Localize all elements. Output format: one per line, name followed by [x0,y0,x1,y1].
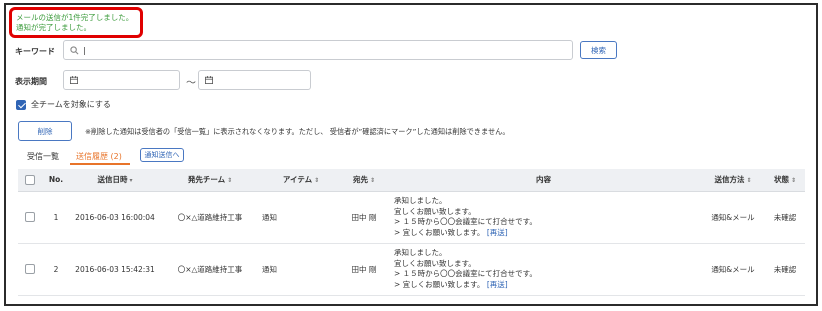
row-status: 未確認 [765,243,805,296]
table-row[interactable]: 1 2016-06-03 16:00:04 〇×△道路維持工事 通知 田中 剛 … [18,191,805,244]
content-line: 承知しました。 [394,196,447,205]
header-method-label: 送信方法 [714,175,745,185]
all-team-option[interactable]: 全チームを対象にする [16,99,111,110]
notice-mail-sent: メールの送信が1件完了しました。 [16,13,134,22]
row-checkbox[interactable] [25,264,35,274]
delete-button[interactable]: 削除 [18,121,72,141]
row-team: 〇×△道路維持工事 [160,243,260,296]
keyword-input[interactable]: | [63,40,573,60]
header-item[interactable]: アイテム ⇕ [260,169,342,192]
resend-link[interactable]: [再送] [487,280,508,289]
page-frame: メールの送信が1件完了しました。 通知が完了しました。 キーワード | 検索 表… [4,3,818,306]
content-line: > １５時から〇〇会議室にて打合せです。 [394,269,537,278]
search-button[interactable]: 検索 [580,41,617,59]
sort-icon: ⇕ [314,177,320,185]
content-line: > １５時から〇〇会議室にて打合せです。 [394,217,537,226]
header-no: No. [42,169,70,192]
header-item-label: アイテム [282,175,313,185]
row-method: 通知&メール [701,191,765,244]
header-method[interactable]: 送信方法 ⇕ [701,169,765,192]
tab-sent-history[interactable]: 送信履歴 (2) [76,151,122,162]
all-team-checkbox[interactable] [16,99,26,110]
row-team: 〇×△道路維持工事 [160,191,260,244]
row-item: 通知 [260,243,342,296]
row-date: 2016-06-03 16:00:04 [70,191,160,244]
header-team[interactable]: 発先チーム ⇕ [160,169,260,192]
period-label: 表示期間 [15,77,47,86]
keyword-value: | [83,45,86,55]
header-date-label: 送信日時 [97,175,128,185]
notify-send-button[interactable]: 通知送信へ [140,148,184,162]
sort-desc-icon: ▾ [129,177,133,185]
sent-history-table: No. 送信日時 ▾ 発先チーム ⇕ アイテム ⇕ 宛先 ⇕ 内容 送信方法 ⇕ 状態 ⇕ … [18,169,805,296]
row-checkbox[interactable] [25,212,35,222]
content-line-text: > 宜しくお願い致します。 [394,227,485,237]
row-select [18,191,42,244]
delete-note: ※削除した通知は受信者の「受信一覧」に表示されなくなります。ただし、 受信者が”… [85,127,510,136]
row-item: 通知 [260,191,342,244]
content-line: 承知しました。 [394,248,447,257]
sort-icon: ⇕ [369,177,376,185]
calendar-icon [70,76,78,84]
table-row[interactable]: 2 2016-06-03 15:42:31 〇×△道路維持工事 通知 田中 剛 … [18,243,805,296]
content-line: 宜しくお願い致します。 [394,206,476,216]
active-tab-indicator [70,163,130,165]
content-line: > 宜しくお願い致します。 [再送] [394,228,701,239]
all-team-label: 全チームを対象にする [31,100,111,109]
header-content: 内容 [386,169,701,192]
row-select [18,243,42,296]
keyword-label: キーワード [15,47,55,56]
header-team-label: 発先チーム [187,175,226,185]
row-method: 通知&メール [701,243,765,296]
row-content: 承知しました。 宜しくお願い致します。 > １５時から〇〇会議室にて打合せです。… [386,243,701,296]
period-tilde: 〜 [186,78,196,89]
row-status: 未確認 [765,191,805,244]
search-icon [70,45,79,54]
row-dest: 田中 剛 [342,191,386,244]
content-line-text: > 宜しくお願い致します。 [394,279,485,289]
header-status[interactable]: 状態 ⇕ [765,169,805,192]
header-dest[interactable]: 宛先 ⇕ [342,169,386,192]
content-line: > 宜しくお願い致します。 [再送] [394,280,701,291]
table-header-row: No. 送信日時 ▾ 発先チーム ⇕ アイテム ⇕ 宛先 ⇕ 内容 送信方法 ⇕ 状態 ⇕ [18,169,805,192]
header-date[interactable]: 送信日時 ▾ [70,169,160,192]
resend-link[interactable]: [再送] [487,228,508,237]
sort-icon: ⇕ [746,177,752,185]
tab-received[interactable]: 受信一覧 [27,151,59,162]
period-start-input[interactable] [63,70,180,90]
notice-notify-done: 通知が完了しました。 [16,23,91,32]
header-select [18,169,42,192]
content-line: 宜しくお願い致します。 [394,258,476,268]
row-content: 承知しました。 宜しくお願い致します。 > １５時から〇〇会議室にて打合せです。… [386,191,701,244]
header-dest-label: 宛先 [352,175,368,185]
row-date: 2016-06-03 15:42:31 [70,243,160,296]
row-dest: 田中 剛 [342,243,386,296]
select-all-checkbox[interactable] [25,174,35,185]
row-no: 2 [42,243,70,296]
calendar-icon [205,76,213,84]
sort-icon: ⇕ [790,177,797,185]
period-end-input[interactable] [198,70,311,90]
success-notice: メールの送信が1件完了しました。 通知が完了しました。 [9,7,143,38]
header-status-label: 状態 [773,175,789,185]
row-no: 1 [42,191,70,244]
sort-icon: ⇕ [227,177,233,185]
